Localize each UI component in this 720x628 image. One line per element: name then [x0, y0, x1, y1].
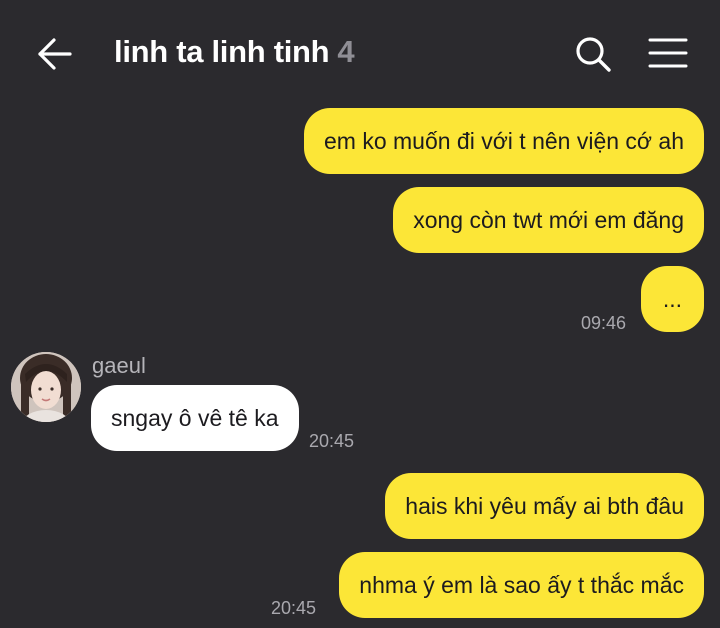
back-button[interactable]	[30, 33, 78, 75]
message-timestamp: 09:46	[581, 313, 627, 333]
message-text: nhma ý em là sao ấy t thắc mắc	[359, 572, 684, 598]
my-message-bubble[interactable]: nhma ý em là sao ấy t thắc mắc	[339, 552, 704, 618]
hamburger-menu-icon	[648, 38, 688, 68]
search-icon	[576, 37, 611, 72]
message-text: hais khi yêu mấy ai bth đâu	[405, 493, 684, 519]
my-message-bubble[interactable]: em ko muốn đi với t nên viện cớ ah	[303, 108, 704, 174]
arrow-left-icon	[38, 38, 72, 70]
sender-name: gaeul	[92, 353, 146, 378]
member-count: 4	[337, 34, 355, 69]
message-text: xong còn twt mới em đăng	[413, 207, 684, 233]
message-text: sngay ô vê tê ka	[111, 405, 279, 431]
other-message-bubble[interactable]: sngay ô vê tê ka	[91, 385, 299, 451]
message-timestamp: 20:45	[309, 431, 355, 451]
avatar[interactable]	[11, 352, 81, 422]
chat-header: linh ta linh tinh 4	[0, 0, 720, 105]
search-button[interactable]	[572, 33, 614, 75]
message-timestamp: 20:45	[271, 598, 317, 618]
chat-title: linh ta linh tinh 4	[114, 34, 355, 70]
chat-name: linh ta linh tinh	[114, 34, 330, 69]
profile-photo	[11, 352, 81, 422]
message-text: ...	[662, 286, 682, 312]
my-message-bubble[interactable]: ...	[640, 266, 704, 332]
my-message-bubble[interactable]: hais khi yêu mấy ai bth đâu	[385, 473, 704, 539]
menu-button[interactable]	[646, 34, 690, 74]
my-message-bubble[interactable]: xong còn twt mới em đăng	[393, 187, 704, 253]
message-text: em ko muốn đi với t nên viện cớ ah	[323, 128, 684, 154]
chat-screen: linh ta linh tinh 4 em ko muốn đi với t n…	[0, 0, 720, 628]
